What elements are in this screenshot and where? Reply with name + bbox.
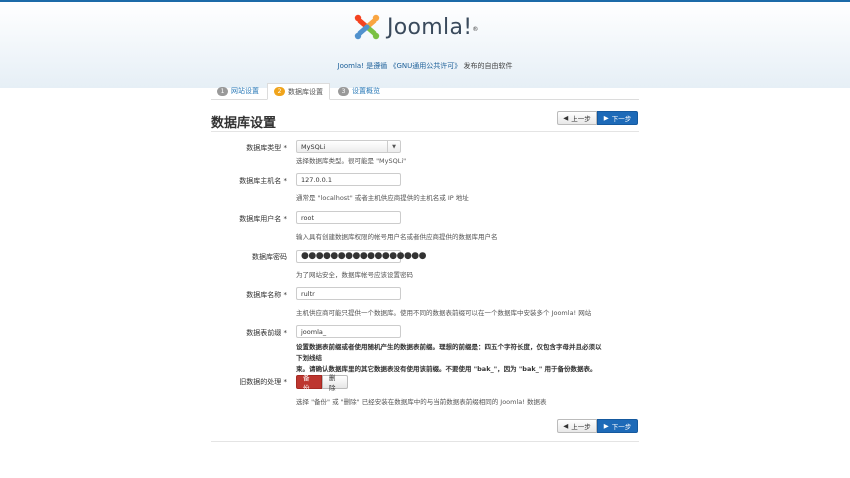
db-type-select[interactable]: MySQLi ▼ bbox=[296, 140, 401, 153]
tab-label: 网站设置 bbox=[231, 87, 259, 95]
db-host-label: 数据库主机名 * bbox=[239, 177, 287, 185]
step-badge: 3 bbox=[338, 86, 349, 96]
step-badge: 1 bbox=[217, 86, 228, 96]
tagline-prefix: Joomla! 是遵循 bbox=[337, 62, 388, 70]
chevron-down-icon: ▼ bbox=[387, 141, 400, 152]
header: Joomla! ® Joomla! 是遵循 《GNU通用公共许可》 发布的自由软… bbox=[0, 2, 850, 88]
license-link[interactable]: 《GNU通用公共许可》 bbox=[389, 62, 461, 70]
next-button[interactable]: ▶ 下一步 bbox=[597, 111, 638, 125]
previous-button[interactable]: ◀ 上一步 bbox=[557, 419, 597, 433]
db-user-input[interactable]: root bbox=[296, 211, 401, 224]
previous-label: 上一步 bbox=[571, 423, 591, 431]
next-button[interactable]: ▶ 下一步 bbox=[597, 419, 638, 433]
old-data-label: 旧数据的处理 * bbox=[239, 378, 287, 386]
tab-site-settings[interactable]: 1 网站设置 bbox=[211, 83, 265, 99]
tagline-suffix: 发布的自由软件 bbox=[463, 62, 513, 70]
delete-option-button[interactable]: 删除 bbox=[322, 374, 348, 392]
arrow-right-icon: ▶ bbox=[603, 114, 609, 122]
page-title: 数据库设置 bbox=[211, 116, 277, 131]
db-type-value: MySQLi bbox=[301, 142, 326, 151]
old-data-help: 选择 "备份" 或 "删除" 已经安装在数据库中的与当前数据表前缀相同的 Joo… bbox=[296, 398, 547, 406]
db-user-label: 数据库用户名 * bbox=[239, 215, 287, 223]
db-password-label: 数据库密码 bbox=[252, 253, 287, 261]
arrow-left-icon: ◀ bbox=[563, 422, 569, 430]
db-name-help: 主机供应商可能只提供一个数据库。使用不同的数据表前缀可以在一个数据库中安装多个 … bbox=[296, 309, 592, 317]
nav-buttons-bottom: ◀ 上一步 ▶ 下一步 bbox=[557, 419, 638, 433]
divider bbox=[211, 441, 639, 442]
logo-text: Joomla! bbox=[387, 14, 473, 40]
registered-mark: ® bbox=[472, 25, 479, 33]
backup-option-button[interactable]: 备份 bbox=[296, 374, 322, 392]
db-password-help: 为了网站安全，数据库帐号应该设置密码 bbox=[296, 271, 413, 279]
password-dots: ●●●●●●●●●●●●●●●●● bbox=[301, 251, 427, 261]
divider bbox=[211, 131, 639, 132]
db-prefix-help-line2: 束。请确认数据库里的其它数据表没有使用该前缀。不要使用 "bak_"，因为 "b… bbox=[296, 365, 597, 373]
tab-database-settings[interactable]: 2 数据库设置 bbox=[267, 83, 330, 100]
previous-button[interactable]: ◀ 上一步 bbox=[557, 111, 597, 125]
db-name-input[interactable]: rultr bbox=[296, 287, 401, 300]
db-prefix-input[interactable]: joomla_ bbox=[296, 325, 401, 338]
old-data-toggle: 备份 删除 bbox=[296, 374, 348, 392]
tab-label: 设置概览 bbox=[352, 87, 380, 95]
tab-label: 数据库设置 bbox=[288, 87, 323, 96]
db-type-help: 选择数据库类型。很可能是 "MySQLi" bbox=[296, 157, 407, 165]
db-prefix-help: 设置数据表前缀或者使用随机产生的数据表前缀。理想的前缀是：四五个字符长度，仅包含… bbox=[296, 342, 606, 375]
joomla-logo: Joomla! ® bbox=[352, 12, 478, 42]
arrow-left-icon: ◀ bbox=[563, 114, 569, 122]
db-type-label: 数据库类型 * bbox=[246, 144, 287, 152]
step-badge: 2 bbox=[274, 87, 285, 96]
arrow-right-icon: ▶ bbox=[603, 422, 609, 430]
db-prefix-label: 数据表前缀 * bbox=[246, 329, 287, 337]
db-user-help: 输入具有创建数据库权限的帐号用户名或者供应商提供的数据库用户名 bbox=[296, 233, 498, 241]
db-password-input[interactable]: ●●●●●●●●●●●●●●●●● bbox=[296, 250, 427, 263]
tab-overview[interactable]: 3 设置概览 bbox=[332, 83, 386, 99]
db-host-help: 通常是 "localhost" 或者主机供应商提供的主机名或 IP 地址 bbox=[296, 194, 469, 202]
previous-label: 上一步 bbox=[571, 115, 591, 123]
db-prefix-help-line1: 设置数据表前缀或者使用随机产生的数据表前缀。理想的前缀是：四五个字符长度，仅包含… bbox=[296, 343, 602, 362]
next-label: 下一步 bbox=[611, 423, 632, 431]
tagline: Joomla! 是遵循 《GNU通用公共许可》 发布的自由软件 bbox=[0, 61, 850, 71]
nav-buttons-top: ◀ 上一步 ▶ 下一步 bbox=[557, 111, 638, 125]
installation-steps-tabs: 1 网站设置 2 数据库设置 3 设置概览 bbox=[211, 83, 639, 100]
db-name-label: 数据库名称 * bbox=[246, 291, 287, 299]
joomla-logo-icon bbox=[354, 14, 380, 40]
next-label: 下一步 bbox=[611, 115, 632, 123]
db-host-input[interactable]: 127.0.0.1 bbox=[296, 173, 401, 186]
